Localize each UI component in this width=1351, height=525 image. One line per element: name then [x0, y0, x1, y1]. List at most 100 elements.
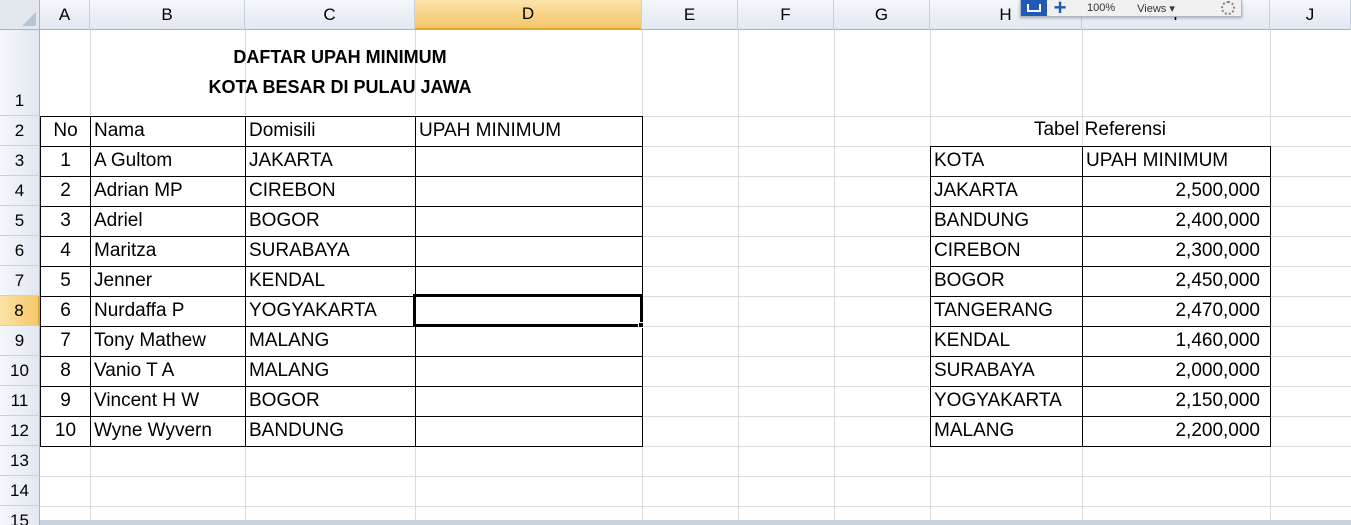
- upah-minimum-cell[interactable]: [415, 386, 643, 417]
- table-cell[interactable]: 8: [40, 356, 91, 387]
- column-header-b[interactable]: B: [90, 0, 245, 30]
- table-cell[interactable]: BOGOR: [245, 386, 416, 417]
- row-header-13[interactable]: 13: [0, 446, 40, 476]
- row-header-2[interactable]: 2: [0, 116, 40, 146]
- ref-wage-cell[interactable]: 2,200,000: [1082, 416, 1271, 447]
- table-cell[interactable]: A Gultom: [90, 146, 246, 177]
- table-cell[interactable]: BANDUNG: [245, 416, 416, 447]
- sheet-tab-strip[interactable]: [40, 520, 1351, 525]
- table-cell[interactable]: 2: [40, 176, 91, 207]
- table-cell[interactable]: 10: [40, 416, 91, 447]
- ref-wage-cell[interactable]: 2,400,000: [1082, 206, 1271, 237]
- ref-table-title: Tabel Referensi: [1033, 119, 1167, 140]
- table-cell[interactable]: Tony Mathew: [90, 326, 246, 357]
- upah-minimum-cell[interactable]: [415, 326, 643, 357]
- column-header-f[interactable]: F: [738, 0, 834, 30]
- table-cell[interactable]: 5: [40, 266, 91, 297]
- upah-minimum-cell[interactable]: [415, 176, 643, 207]
- ref-city-cell[interactable]: YOGYAKARTA: [930, 386, 1083, 417]
- upah-minimum-cell[interactable]: [415, 236, 643, 267]
- table-cell[interactable]: 3: [40, 206, 91, 237]
- row-header-11[interactable]: 11: [0, 386, 40, 416]
- row-header-7[interactable]: 7: [0, 266, 40, 296]
- zoom-in-icon[interactable]: +: [1047, 0, 1073, 19]
- table-cell[interactable]: 4: [40, 236, 91, 267]
- table-cell[interactable]: Adriel: [90, 206, 246, 237]
- ref-city-cell[interactable]: KENDAL: [930, 326, 1083, 357]
- column-header-e[interactable]: E: [642, 0, 738, 30]
- sheet-title-line2: KOTA BESAR DI PULAU JAWA: [208, 77, 472, 97]
- views-menu[interactable]: Views ▾: [1137, 2, 1175, 15]
- upah-minimum-cell[interactable]: [415, 146, 643, 177]
- table-cell[interactable]: SURABAYA: [245, 236, 416, 267]
- active-cell-d8[interactable]: [413, 294, 642, 326]
- table-cell[interactable]: 1: [40, 146, 91, 177]
- ref-city-cell[interactable]: BOGOR: [930, 266, 1083, 297]
- upah-minimum-cell[interactable]: [415, 416, 643, 447]
- sheet-title-line1: DAFTAR UPAH MINIMUM: [233, 47, 447, 67]
- ref-wage-cell[interactable]: 2,000,000: [1082, 356, 1271, 387]
- ref-table-header[interactable]: UPAH MINIMUM: [1082, 146, 1271, 177]
- row-header-9[interactable]: 9: [0, 326, 40, 356]
- main-table-header[interactable]: Nama: [90, 116, 246, 147]
- table-cell[interactable]: MALANG: [245, 326, 416, 357]
- ref-wage-cell[interactable]: 2,300,000: [1082, 236, 1271, 267]
- column-header-d[interactable]: D: [415, 0, 642, 30]
- row-header-6[interactable]: 6: [0, 236, 40, 266]
- table-cell[interactable]: CIREBON: [245, 176, 416, 207]
- column-header-j[interactable]: J: [1270, 0, 1351, 30]
- table-cell[interactable]: Vincent H W: [90, 386, 246, 417]
- ref-city-cell[interactable]: JAKARTA: [930, 176, 1083, 207]
- upah-minimum-cell[interactable]: [415, 206, 643, 237]
- table-cell[interactable]: Adrian MP: [90, 176, 246, 207]
- table-cell[interactable]: 7: [40, 326, 91, 357]
- gear-icon[interactable]: [1221, 1, 1235, 15]
- ref-city-cell[interactable]: BANDUNG: [930, 206, 1083, 237]
- row-header-5[interactable]: 5: [0, 206, 40, 236]
- row-header-4[interactable]: 4: [0, 176, 40, 206]
- ref-city-cell[interactable]: MALANG: [930, 416, 1083, 447]
- main-table-header[interactable]: Domisili: [245, 116, 416, 147]
- row-header-3[interactable]: 3: [0, 146, 40, 176]
- row-header-14[interactable]: 14: [0, 476, 40, 506]
- ref-wage-cell[interactable]: 1,460,000: [1082, 326, 1271, 357]
- upah-minimum-cell[interactable]: [415, 266, 643, 297]
- page-view-icon[interactable]: [1021, 0, 1047, 16]
- main-table-header[interactable]: No: [40, 116, 91, 147]
- ref-wage-cell[interactable]: 2,470,000: [1082, 296, 1271, 327]
- ref-city-cell[interactable]: CIREBON: [930, 236, 1083, 267]
- spreadsheet-grid[interactable]: ABCDEFGHIJ 123456789101112131415 DAFTAR …: [0, 0, 1351, 525]
- ref-city-cell[interactable]: SURABAYA: [930, 356, 1083, 387]
- table-cell[interactable]: 9: [40, 386, 91, 417]
- table-cell[interactable]: JAKARTA: [245, 146, 416, 177]
- table-cell[interactable]: Maritza: [90, 236, 246, 267]
- table-cell[interactable]: YOGYAKARTA: [245, 296, 416, 327]
- row-header-10[interactable]: 10: [0, 356, 40, 386]
- upah-minimum-cell[interactable]: [415, 356, 643, 387]
- row-header-8[interactable]: 8: [0, 296, 40, 326]
- column-header-a[interactable]: A: [40, 0, 90, 30]
- table-cell[interactable]: KENDAL: [245, 266, 416, 297]
- row-header-15[interactable]: 15: [0, 506, 40, 525]
- zoom-toolbar: + 100% Views ▾: [1020, 0, 1242, 19]
- column-header-c[interactable]: C: [245, 0, 415, 30]
- table-cell[interactable]: BOGOR: [245, 206, 416, 237]
- ref-table-header[interactable]: KOTA: [930, 146, 1083, 177]
- column-header-g[interactable]: G: [834, 0, 930, 30]
- row-header-1[interactable]: 1: [0, 30, 40, 116]
- table-cell[interactable]: Vanio T A: [90, 356, 246, 387]
- ref-city-cell[interactable]: TANGERANG: [930, 296, 1083, 327]
- table-cell[interactable]: Nurdaffa P: [90, 296, 246, 327]
- table-cell[interactable]: Wyne Wyvern: [90, 416, 246, 447]
- main-table-header[interactable]: UPAH MINIMUM: [415, 116, 643, 147]
- row-header-12[interactable]: 12: [0, 416, 40, 446]
- ref-wage-cell[interactable]: 2,150,000: [1082, 386, 1271, 417]
- fill-handle[interactable]: [638, 322, 644, 328]
- gridline-horizontal: [40, 476, 1351, 477]
- ref-wage-cell[interactable]: 2,450,000: [1082, 266, 1271, 297]
- table-cell[interactable]: Jenner: [90, 266, 246, 297]
- ref-wage-cell[interactable]: 2,500,000: [1082, 176, 1271, 207]
- select-all-corner[interactable]: [0, 0, 40, 30]
- table-cell[interactable]: MALANG: [245, 356, 416, 387]
- table-cell[interactable]: 6: [40, 296, 91, 327]
